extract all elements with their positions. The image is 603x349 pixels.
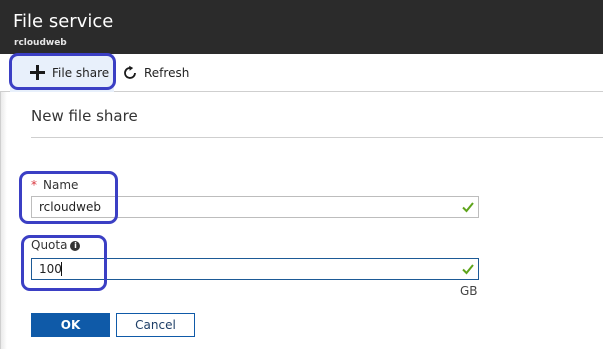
- cancel-button[interactable]: Cancel: [116, 313, 195, 337]
- name-label-text: Name: [43, 178, 79, 192]
- add-file-share-button[interactable]: File share: [10, 54, 114, 92]
- quota-input[interactable]: 100: [31, 258, 479, 280]
- plus-icon: [30, 65, 45, 80]
- blade-header: File service rcloudweb: [0, 0, 603, 54]
- quota-input-value: 100: [39, 262, 62, 276]
- quota-field-label: Quota i: [31, 238, 81, 252]
- command-bar: File share Refresh: [0, 54, 603, 92]
- checkmark-icon: [462, 202, 474, 213]
- refresh-label: Refresh: [144, 66, 190, 80]
- new-file-share-title: New file share: [31, 107, 138, 125]
- refresh-icon: [124, 65, 136, 79]
- name-field-label: * Name: [31, 178, 78, 192]
- required-marker: *: [31, 178, 37, 192]
- quota-label-text: Quota: [31, 238, 68, 252]
- blade-title: File service: [13, 11, 114, 32]
- refresh-button[interactable]: Refresh: [120, 54, 189, 92]
- name-input-value: rcloudweb: [39, 200, 101, 214]
- info-icon[interactable]: i: [70, 241, 81, 251]
- panel-divider: [31, 137, 603, 138]
- ok-button[interactable]: OK: [31, 313, 110, 337]
- add-file-share-label: File share: [52, 66, 110, 80]
- quota-unit-label: GB: [460, 284, 478, 298]
- text-cursor: [61, 262, 62, 276]
- blade-subtitle: rcloudweb: [14, 38, 67, 48]
- checkmark-icon: [462, 264, 474, 275]
- name-input[interactable]: rcloudweb: [31, 196, 479, 218]
- panel-shadow: [1, 92, 7, 349]
